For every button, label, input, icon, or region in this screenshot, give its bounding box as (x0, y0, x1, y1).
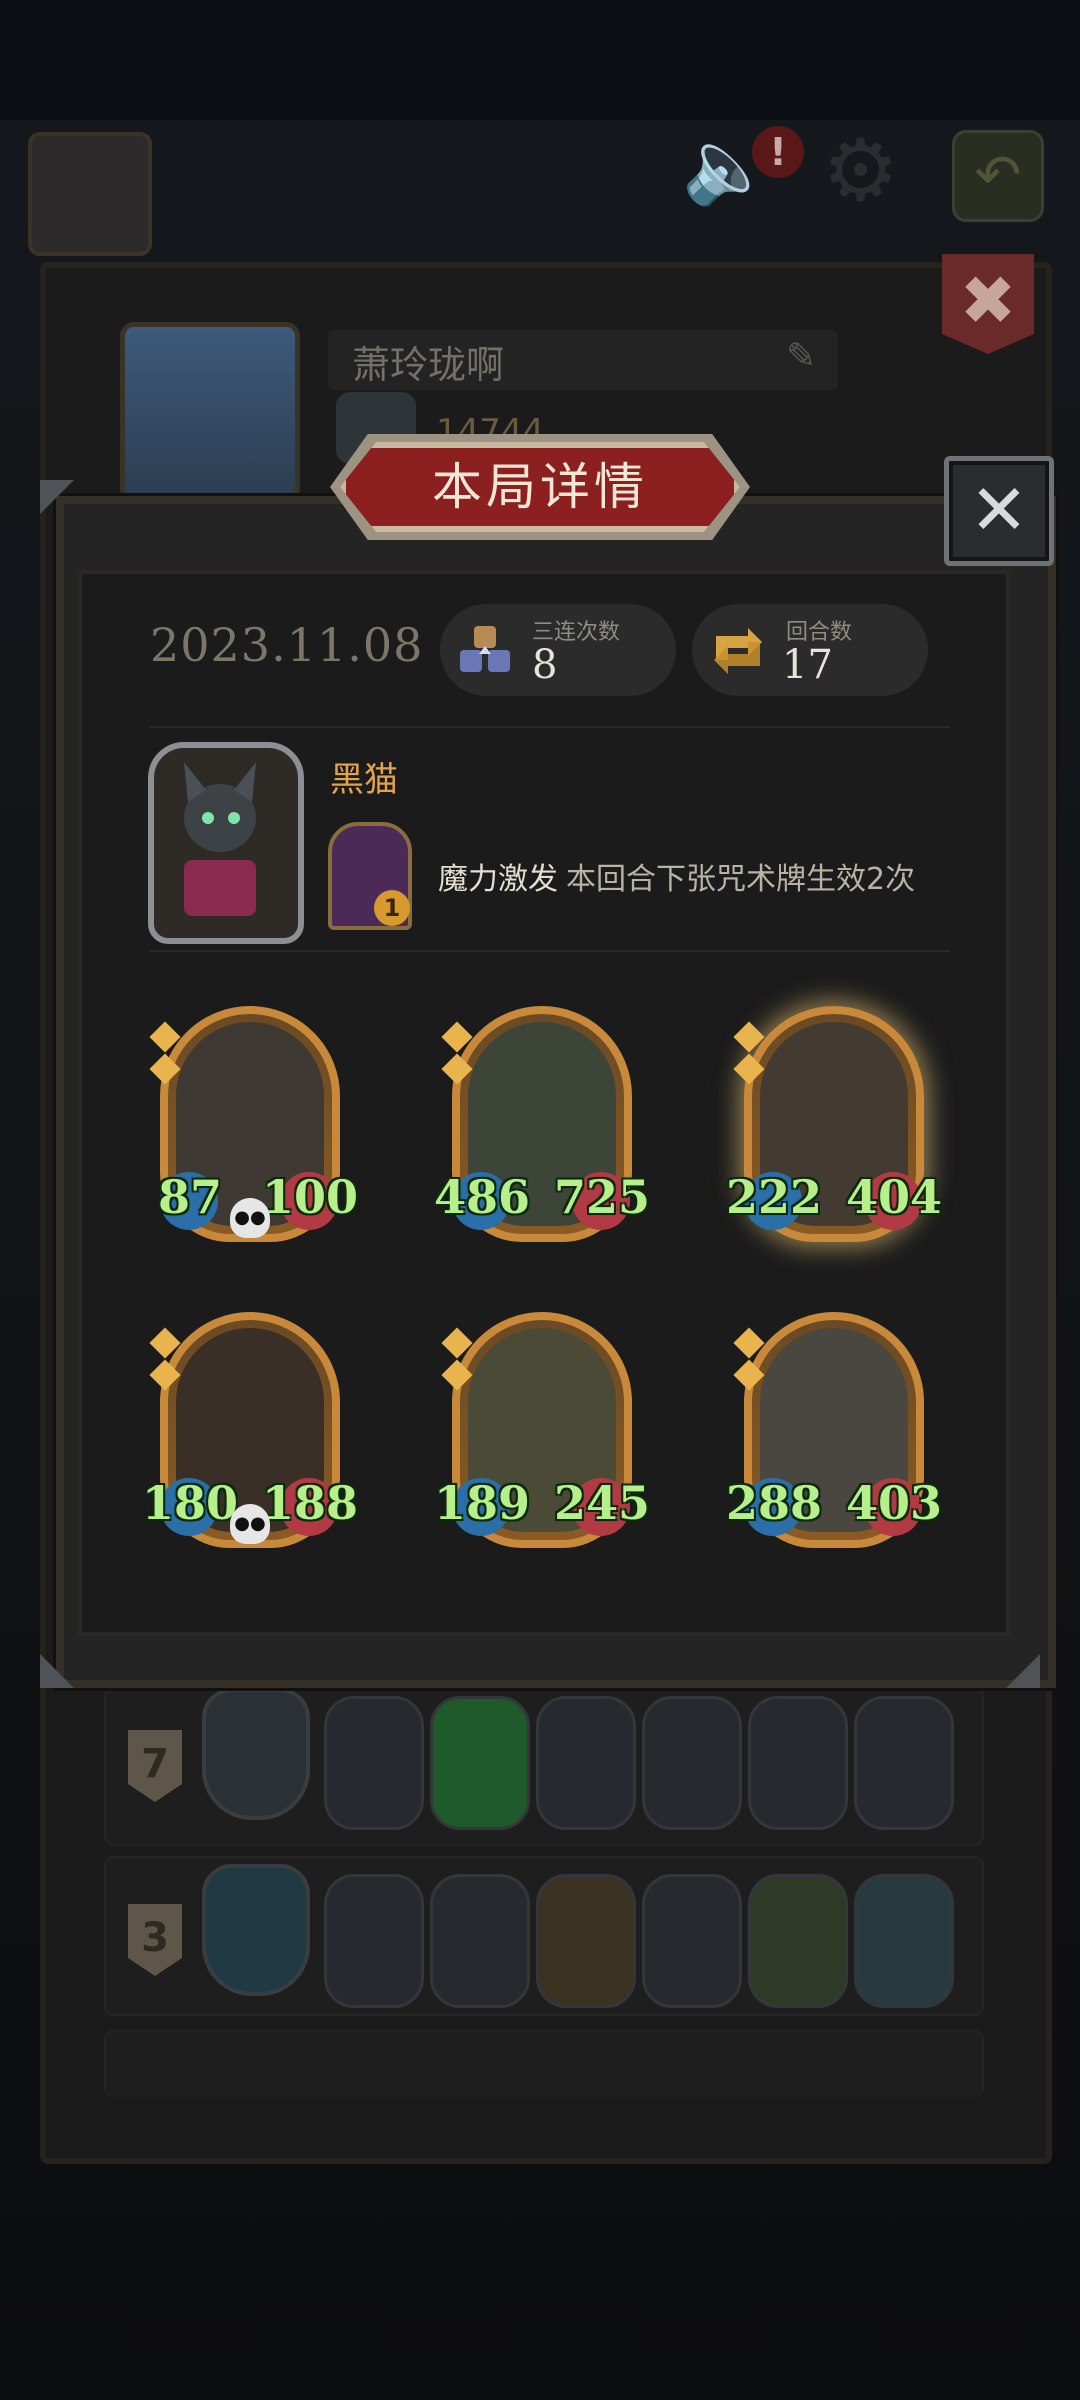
edit-icon[interactable]: ✎ (786, 336, 816, 377)
skill-description: 本回合下张咒术牌生效2次 (566, 862, 916, 897)
alert-badge: ! (752, 126, 804, 178)
close-profile-button[interactable]: ✖ (942, 254, 1034, 354)
skull-icon: ●● (230, 1198, 270, 1238)
mini-card (536, 1874, 636, 2008)
minion-health: 403 (845, 1476, 943, 1530)
mini-card (642, 1696, 742, 1830)
minion-attack: 288 (725, 1476, 823, 1530)
mini-card (430, 1696, 530, 1830)
black-cat-icon (184, 762, 256, 916)
game-date: 2023.11.08 (150, 618, 424, 672)
minion-attack: 189 (433, 1476, 531, 1530)
hero-frame (202, 1688, 310, 1820)
minion-attack: 222 (725, 1170, 823, 1224)
exit-icon[interactable]: ↶ (952, 130, 1044, 222)
mini-card (854, 1874, 954, 2008)
hero-portrait[interactable] (148, 742, 304, 944)
mini-card (854, 1696, 954, 1830)
minion-health: 404 (845, 1170, 943, 1224)
minion-health: 245 (553, 1476, 651, 1530)
status-area (0, 0, 1080, 120)
history-row[interactable] (104, 2030, 984, 2098)
turns-icon (714, 628, 762, 674)
divider (150, 950, 950, 952)
hero-name: 黑猫 (330, 760, 398, 800)
triple-icon (460, 626, 510, 672)
skill-name: 魔力激发 (438, 862, 558, 897)
player-avatar[interactable] (28, 132, 152, 256)
mini-card (748, 1874, 848, 2008)
stat-value: 8 (532, 642, 558, 688)
stat-value: 17 (782, 642, 833, 688)
mini-card (430, 1874, 530, 2008)
close-button[interactable]: ✕ (944, 456, 1054, 566)
profile-avatar (120, 322, 300, 502)
mini-card (324, 1696, 424, 1830)
gear-icon[interactable]: ⚙ (822, 128, 899, 214)
spell-count-badge: 1 (374, 890, 410, 926)
mini-card (324, 1874, 424, 2008)
minion-health: 725 (553, 1170, 651, 1224)
divider (150, 726, 950, 728)
mini-card (536, 1696, 636, 1830)
hero-frame (202, 1864, 310, 1996)
mini-card (642, 1874, 742, 2008)
minion-attack: 486 (433, 1170, 531, 1224)
profile-name: 萧玲珑啊 (352, 343, 505, 387)
skull-icon: ●● (230, 1504, 270, 1544)
mini-card (748, 1696, 848, 1830)
popup-title: 本局详情 (432, 458, 648, 516)
